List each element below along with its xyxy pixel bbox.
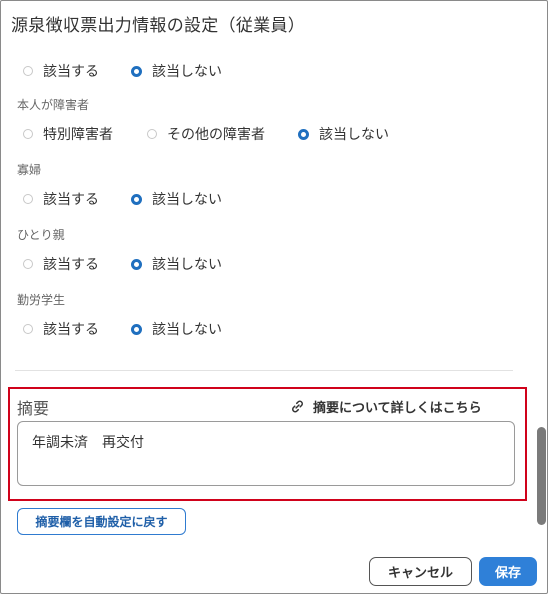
radio-label: 該当する (43, 257, 99, 273)
radio-unchecked-icon (23, 259, 33, 269)
radio-label: 該当しない (319, 127, 389, 143)
dialog-title: 源泉徴収票出力情報の設定（従業員） (11, 16, 306, 36)
radio-group-widow: 該当する 該当しない (23, 189, 222, 209)
radio-unchecked-icon (23, 194, 33, 204)
radio-option[interactable]: 該当する (23, 319, 131, 339)
section-divider (15, 370, 513, 371)
radio-option[interactable]: 該当する (23, 254, 131, 274)
radio-label: 該当しない (152, 192, 222, 208)
radio-option[interactable]: 該当しない (131, 254, 222, 274)
settings-dialog: 源泉徴収票出力情報の設定（従業員） 該当する 該当しない 本人が障害者 特別障害… (0, 0, 548, 594)
radio-checked-icon (131, 323, 142, 335)
reset-memo-button[interactable]: 摘要欄を自動設定に戻す (17, 508, 186, 535)
link-icon (292, 400, 303, 413)
cancel-button[interactable]: キャンセル (369, 557, 472, 586)
radio-group-single-parent: 該当する 該当しない (23, 254, 222, 274)
radio-option[interactable]: 該当しない (131, 319, 222, 339)
section-label-disability: 本人が障害者 (17, 98, 90, 112)
radio-unchecked-icon (147, 129, 157, 139)
section-label-working-student: 勤労学生 (17, 293, 66, 307)
memo-help-link[interactable]: 摘要について詳しくはこちら (290, 397, 482, 416)
radio-option[interactable]: その他の障害者 (147, 124, 298, 144)
radio-group-disability: 特別障害者 その他の障害者 該当しない (23, 124, 389, 144)
scrollbar-thumb[interactable] (537, 427, 546, 525)
radio-checked-icon (298, 128, 309, 140)
radio-unchecked-icon (23, 324, 33, 334)
radio-label: 該当しない (152, 64, 222, 80)
radio-checked-icon (131, 65, 142, 77)
radio-group-0: 該当する 該当しない (23, 61, 222, 81)
save-button[interactable]: 保存 (479, 557, 537, 586)
radio-option[interactable]: 特別障害者 (23, 124, 147, 144)
radio-label: その他の障害者 (167, 127, 265, 143)
radio-label: 該当する (43, 322, 99, 338)
radio-checked-icon (131, 193, 142, 205)
radio-label: 該当する (43, 192, 99, 208)
section-label-single-parent: ひとり親 (17, 228, 65, 242)
radio-label: 該当しない (152, 322, 222, 338)
memo-label: 摘要 (17, 399, 50, 418)
radio-unchecked-icon (23, 129, 33, 139)
radio-option[interactable]: 該当する (23, 61, 131, 81)
radio-label: 特別障害者 (43, 127, 113, 143)
radio-checked-icon (131, 258, 142, 270)
radio-label: 該当する (43, 64, 99, 80)
memo-help-link-text: 摘要について詳しくはこちら (313, 401, 482, 416)
radio-option[interactable]: 該当しない (131, 189, 222, 209)
memo-textarea[interactable]: 年調未済 再交付 (17, 421, 515, 486)
radio-label: 該当しない (152, 257, 222, 273)
section-label-widow: 寡婦 (17, 163, 42, 177)
radio-group-working-student: 該当する 該当しない (23, 319, 222, 339)
radio-option[interactable]: 該当しない (298, 124, 389, 144)
radio-unchecked-icon (23, 66, 33, 76)
radio-option[interactable]: 該当する (23, 189, 131, 209)
radio-option[interactable]: 該当しない (131, 61, 222, 81)
